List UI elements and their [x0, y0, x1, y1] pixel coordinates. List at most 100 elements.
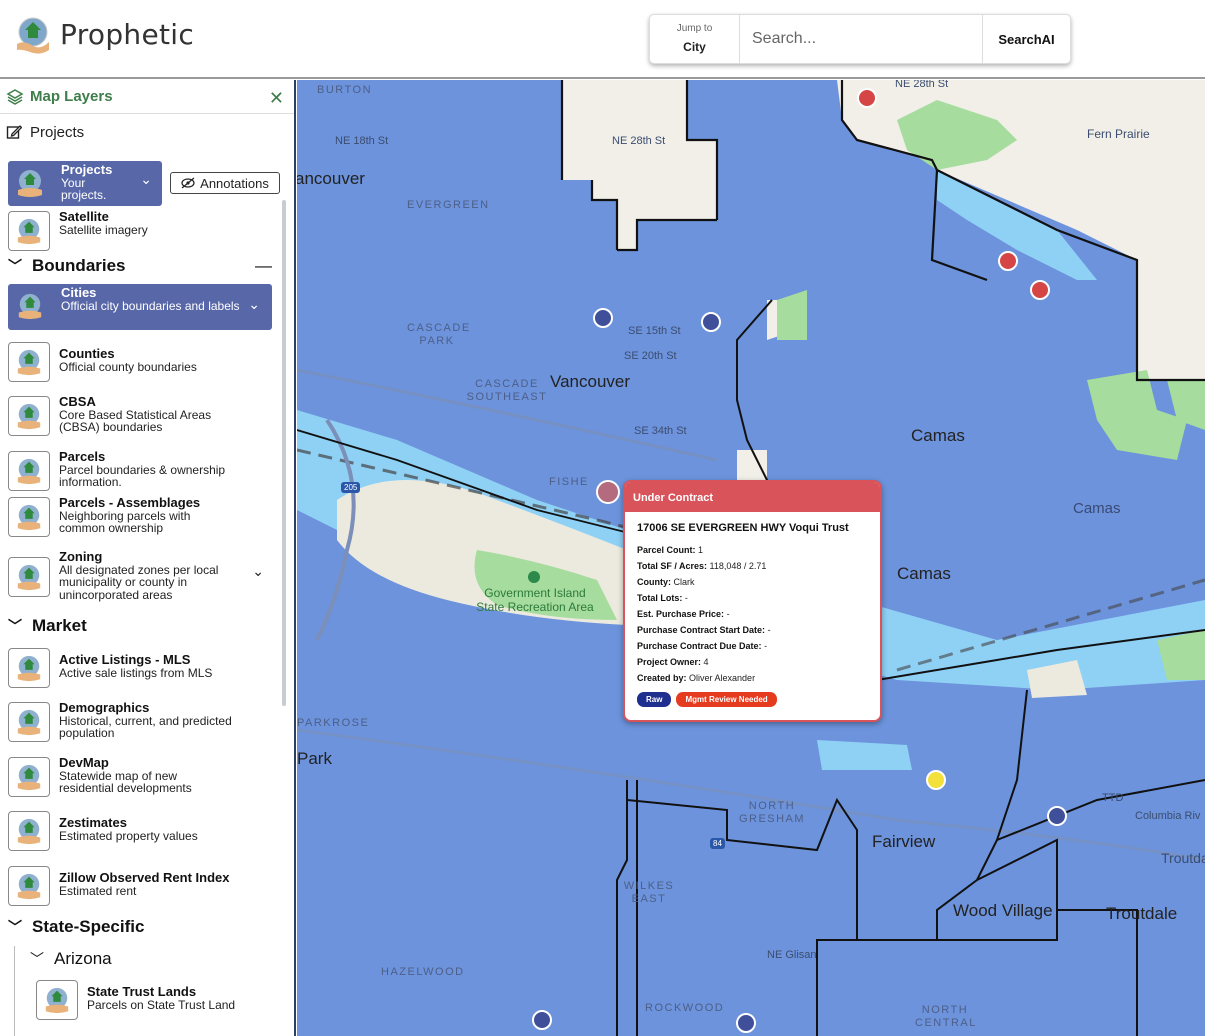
- map-label: Fern Prairie: [1087, 127, 1150, 141]
- search-input[interactable]: [740, 15, 982, 63]
- jump-to-label: Jump to: [676, 23, 713, 34]
- layer-name: CBSA: [59, 394, 96, 409]
- layer-thumbnail: [8, 866, 50, 906]
- row-value: 1: [698, 545, 704, 555]
- row-label: Project Owner:: [637, 657, 702, 667]
- layer-desc: Neighboring parcels with common ownershi…: [59, 508, 191, 535]
- layer-zestimates[interactable]: Zestimates Estimated property values: [8, 811, 272, 851]
- row-label: Total Lots:: [637, 593, 683, 603]
- layer-cbsa[interactable]: CBSA Core Based Statistical Areas (CBSA) …: [8, 394, 272, 436]
- map-label: SE 20th St: [624, 350, 677, 362]
- jump-to-value: City: [683, 40, 706, 54]
- layer-satellite[interactable]: Satellite Satellite imagery: [8, 210, 272, 251]
- layer-thumbnail: [8, 342, 50, 382]
- map-label: Troutdale: [1106, 904, 1178, 923]
- chevron-down-icon[interactable]: ⌄: [140, 171, 152, 188]
- searchai-button[interactable]: SearchAI: [982, 15, 1070, 63]
- project-marker[interactable]: [532, 1010, 552, 1030]
- layer-thumbnail: [8, 702, 50, 742]
- map-label: EVERGREEN: [407, 199, 490, 211]
- globe-house-icon: [17, 218, 41, 245]
- project-marker[interactable]: [596, 480, 620, 504]
- section-state-specific[interactable]: ﹀ State-Specific: [8, 917, 144, 937]
- status-badge-raw[interactable]: Raw: [637, 692, 672, 707]
- popup-row: County: Clark: [637, 574, 880, 590]
- project-marker[interactable]: [736, 1013, 756, 1033]
- chevron-down-icon[interactable]: ⌄: [252, 563, 264, 580]
- globe-house-icon: [17, 655, 41, 682]
- section-arizona[interactable]: ﹀ Arizona: [30, 949, 112, 969]
- layer-desc: Official county boundaries: [59, 359, 197, 374]
- layer-name: Demographics: [59, 700, 150, 715]
- layer-thumbnail: [8, 811, 50, 851]
- row-value: Clark: [673, 577, 695, 587]
- layer-parcels[interactable]: Parcels Parcel boundaries & ownership inf…: [8, 449, 272, 491]
- map-label: CASCADE PARK: [407, 322, 471, 347]
- map-label: Government Island State Recreation Area: [476, 586, 594, 614]
- project-marker[interactable]: [1030, 280, 1050, 300]
- layer-desc: Your projects.: [61, 175, 107, 202]
- row-value: -: [726, 609, 730, 619]
- map-label: NE 28th St: [895, 80, 949, 90]
- brand-name[interactable]: Prophetic: [60, 18, 194, 51]
- popup-status: Under Contract: [625, 482, 880, 512]
- layer-zoning[interactable]: Zoning All designated zones per local mun…: [8, 550, 272, 601]
- collapse-icon[interactable]: —: [255, 256, 272, 276]
- project-popup[interactable]: Under Contract 17006 SE EVERGREEN HWY Vo…: [623, 480, 882, 722]
- row-label: County:: [637, 577, 671, 587]
- layer-thumbnail: [36, 980, 78, 1020]
- popup-title: 17006 SE EVERGREEN HWY Voqui Trust: [637, 522, 849, 534]
- map-label: SE 15th St: [628, 325, 681, 337]
- project-marker[interactable]: [857, 88, 877, 108]
- prophetic-logo-icon[interactable]: [14, 16, 52, 56]
- globe-house-icon: [45, 987, 69, 1014]
- layer-thumbnail: [8, 211, 50, 251]
- layer-projects[interactable]: Projects Your projects. ⌄: [8, 161, 162, 206]
- project-marker[interactable]: [998, 251, 1018, 271]
- tree-guide-line: [14, 946, 15, 1036]
- map-label: Fairview: [872, 832, 936, 851]
- globe-house-icon: [17, 458, 41, 485]
- section-label: Boundaries: [32, 256, 126, 275]
- section-boundaries[interactable]: ﹀ Boundaries —: [8, 256, 272, 276]
- popup-row: Created by: Oliver Alexander: [637, 670, 880, 686]
- sidebar-title: Map Layers: [30, 88, 113, 105]
- status-badge-mgmt-review[interactable]: Mgmt Review Needed: [676, 692, 777, 707]
- map-label: ancouver: [297, 169, 365, 188]
- map-label: Vancouver: [550, 372, 631, 391]
- chevron-down-icon: ﹀: [8, 919, 22, 935]
- layer-demographics[interactable]: Demographics Historical, current, and pre…: [8, 700, 272, 742]
- layer-name: Zestimates: [59, 815, 127, 830]
- sidebar-scrollbar[interactable]: [282, 200, 286, 706]
- layer-name: DevMap: [59, 755, 109, 770]
- globe-house-icon: [18, 170, 42, 197]
- map-label: Wood Village: [953, 901, 1053, 920]
- layer-active-listings[interactable]: Active Listings - MLS Active sale listing…: [8, 648, 272, 688]
- row-label: Created by:: [637, 673, 687, 683]
- layer-desc: Statewide map of new residential develop…: [59, 768, 192, 795]
- layer-state-trust-lands[interactable]: State Trust Lands Parcels on State Trust …: [36, 980, 276, 1020]
- section-market[interactable]: ﹀ Market: [8, 616, 87, 636]
- jump-to-selector[interactable]: Jump to City: [650, 15, 740, 63]
- project-marker[interactable]: [1047, 806, 1067, 826]
- layer-parcels-assemblages[interactable]: Parcels - Assemblages Neighboring parcels…: [8, 496, 272, 537]
- project-marker[interactable]: [593, 308, 613, 328]
- map-label: NE 18th St: [335, 135, 389, 147]
- globe-house-icon: [17, 504, 41, 531]
- project-marker[interactable]: [926, 770, 946, 790]
- map-layers-sidebar: Map Layers ✕ Projects Projects Your proj…: [0, 80, 296, 1036]
- popup-row: Total SF / Acres: 118,048 / 2.71: [637, 558, 880, 574]
- projects-link[interactable]: Projects: [0, 114, 294, 150]
- layer-cities[interactable]: Cities Official city boundaries and label…: [8, 284, 272, 330]
- chevron-down-icon[interactable]: ⌄: [248, 296, 260, 313]
- popup-row: Purchase Contract Start Date: -: [637, 622, 880, 638]
- globe-house-icon: [17, 349, 41, 376]
- layer-counties[interactable]: Counties Official county boundaries: [8, 342, 272, 382]
- layer-devmap[interactable]: DevMap Statewide map of new residential d…: [8, 755, 272, 797]
- close-icon[interactable]: ✕: [269, 88, 284, 109]
- annotations-button[interactable]: Annotations: [170, 172, 280, 194]
- layer-name: Zillow Observed Rent Index: [59, 870, 230, 885]
- layer-name: Parcels: [59, 449, 106, 464]
- project-marker[interactable]: [701, 312, 721, 332]
- layer-zillow-rent[interactable]: Zillow Observed Rent Index Estimated rent: [8, 866, 272, 906]
